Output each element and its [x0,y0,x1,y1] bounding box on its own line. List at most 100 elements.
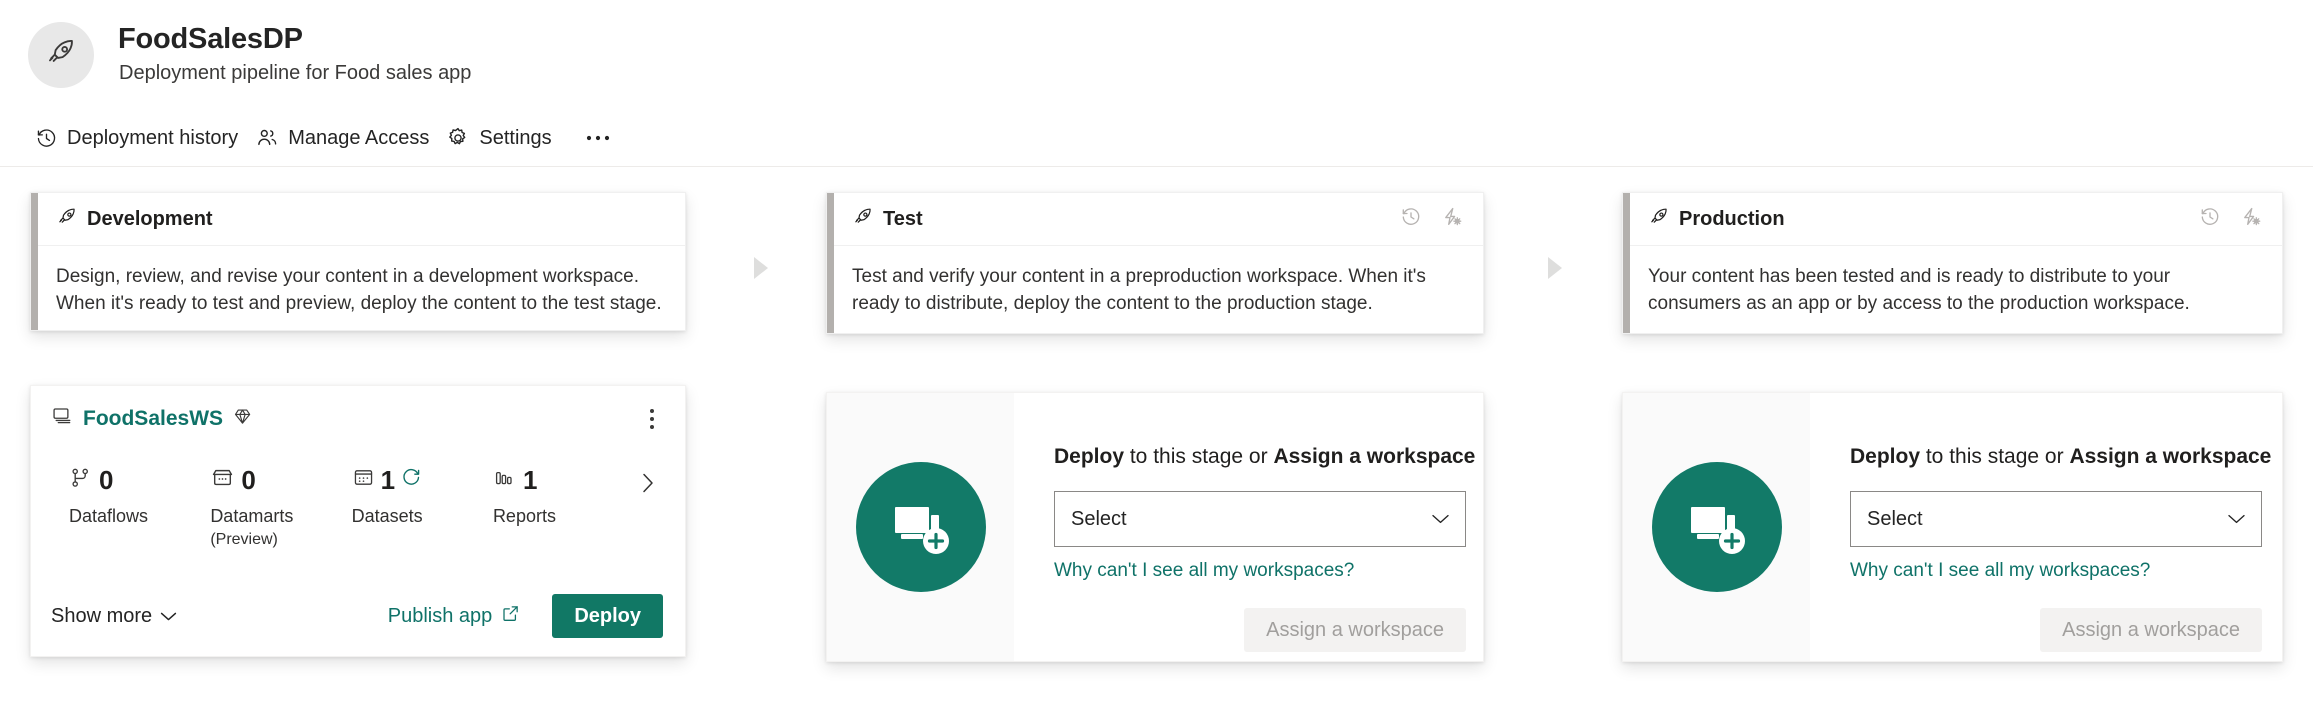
chevron-down-icon [160,605,177,628]
stage-title: Production [1679,207,1785,230]
workspace-name-link[interactable]: FoodSalesWS [83,407,223,431]
why-cant-i-see-workspaces-link[interactable]: Why can't I see all my workspaces? [1850,560,2150,582]
stage-accent-bar [31,193,38,330]
rocket-icon [852,206,874,233]
stage-header: Production [1630,193,2282,246]
page-title: FoodSalesDP [118,23,303,55]
stage-connector-arrow-1 [754,257,768,279]
stage-header-actions [1395,204,1467,235]
toolbar-item-manage-access[interactable]: Manage Access [251,120,442,156]
stage-description: Test and verify your content in a prepro… [852,266,1426,314]
workspace-card-header: FoodSalesWS [51,404,667,434]
stage-description: Your content has been tested and is read… [1648,266,2190,314]
workspace-more-options-button[interactable] [637,404,667,434]
show-more-button[interactable]: Show more [11,599,185,634]
open-in-new-icon [501,604,520,629]
refresh-icon[interactable] [401,467,422,493]
metric-label: Dataflows [69,506,149,526]
workspace-metrics-row: 0 Dataflows 0 Datamarts (Preview) 1 Data… [69,464,661,549]
metric-datasets[interactable]: 1 Datasets [352,464,493,527]
workspace-select-dropdown[interactable]: Select [1850,491,2262,547]
toolbar-overflow-button[interactable] [573,123,623,153]
workspace-card: FoodSalesWS 0 Dataflows 0 Datamarts (Pre… [30,385,686,657]
pipeline-avatar [28,22,94,88]
command-bar: Deployment history Manage Access Setting… [30,120,623,156]
metric-reports[interactable]: 1 Reports [493,464,634,527]
toolbar-item-settings[interactable]: Settings [442,120,564,156]
metrics-next-button[interactable] [634,468,661,502]
assign-title-assign: Assign a workspace [1273,445,1476,468]
page-header: FoodSalesDP Deployment pipeline for Food… [0,0,2313,170]
stage-accent-bar [827,193,834,333]
metric-label: Datasets [351,506,423,526]
show-more-label: Show more [51,604,153,627]
dataflow-icon [69,466,93,495]
stage-deployment-history-button[interactable] [1395,204,1426,235]
datamart-icon [210,465,235,495]
people-icon [255,126,279,150]
assign-title-middle: to this stage or [1920,445,2070,468]
metric-count: 1 [522,465,538,495]
assign-a-workspace-button[interactable]: Assign a workspace [2040,608,2262,652]
assign-title: Deploy to this stage or Assign a workspa… [1054,445,1475,469]
metric-count: 0 [99,465,114,495]
toolbar-label: Deployment history [67,126,239,149]
metric-label: Datamarts [210,506,294,526]
deploy-button[interactable]: Deploy [552,594,663,638]
stage-accent-bar [1623,193,1630,333]
stage-connector-arrow-2 [1548,257,1562,279]
header-divider [0,166,2313,167]
metric-sublabel: (Preview) [210,531,278,548]
more-horizontal-icon [585,129,611,147]
assign-illustration-panel [1623,393,1810,661]
stage-card-development: Development Design, review, and revise y… [30,192,686,331]
workspace-select-value: Select [1071,507,1127,530]
publish-app-label: Publish app [387,604,493,627]
why-cant-i-see-workspaces-link[interactable]: Why can't I see all my workspaces? [1054,560,1354,582]
stage-header: Test [834,193,1483,246]
gear-icon [446,126,470,150]
report-icon [493,466,517,495]
assign-form-panel: Deploy to this stage or Assign a workspa… [1810,393,2282,661]
publish-app-link[interactable]: Publish app [384,598,525,635]
stage-deployment-history-button[interactable] [2194,204,2225,235]
history-icon [34,126,58,150]
page-subtitle: Deployment pipeline for Food sales app [119,62,472,84]
diamond-icon [232,406,253,432]
dataset-icon [352,466,375,494]
add-workspace-icon [1651,462,1782,592]
workspace-select-dropdown[interactable]: Select [1054,491,1466,547]
history-icon [2199,206,2221,233]
metric-count: 0 [241,465,256,495]
stage-title: Test [883,207,923,230]
assign-title-assign: Assign a workspace [2069,445,2272,468]
chevron-right-icon [639,470,657,501]
assign-form-panel: Deploy to this stage or Assign a workspa… [1014,393,1483,661]
layers-icon [51,405,74,433]
deployment-rules-icon [1441,206,1463,233]
stage-deployment-rules-button[interactable] [2235,204,2266,235]
rocket-icon [56,206,78,233]
assign-title-deploy: Deploy [1054,445,1125,468]
stage-title: Development [87,207,213,230]
stage-card-production: Production Your content has been tested … [1622,192,2283,334]
metric-count: 1 [380,465,396,495]
stage-header-actions [2194,204,2266,235]
stage-card-test: Test Test and verify your content in a p… [826,192,1484,334]
assign-a-workspace-button[interactable]: Assign a workspace [1244,608,1466,652]
stage-deployment-rules-button[interactable] [1436,204,1467,235]
rocket-icon [1648,206,1670,233]
history-icon [1400,206,1422,233]
toolbar-item-deployment-history[interactable]: Deployment history [30,120,251,156]
assign-title-deploy: Deploy [1850,445,1921,468]
stage-description: Design, review, and revise your content … [56,266,662,314]
toolbar-label: Manage Access [288,126,430,149]
chevron-down-icon [1431,513,1450,525]
metric-dataflows[interactable]: 0 Dataflows [69,464,210,527]
metric-datamarts[interactable]: 0 Datamarts (Preview) [210,464,351,549]
assign-title-middle: to this stage or [1124,445,1274,468]
rocket-icon [44,36,78,75]
chevron-down-icon [2227,513,2246,525]
workspace-select-value: Select [1867,507,1923,530]
assign-workspace-card: Deploy to this stage or Assign a workspa… [1622,392,2283,662]
